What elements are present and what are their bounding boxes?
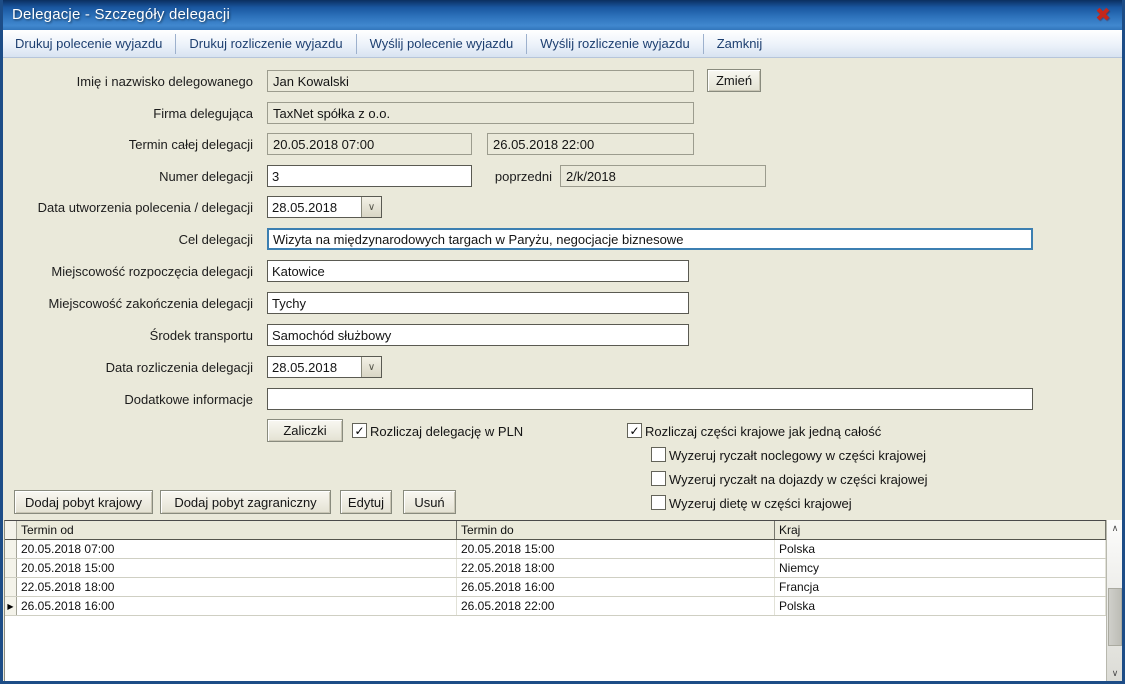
window-title: Delegacje - Szczegóły delegacji [12,6,230,23]
change-person-button[interactable]: Zmień [707,69,761,92]
purpose-label: Cel delegacji [0,232,253,247]
purpose-input[interactable] [267,228,1033,250]
table-cell: Polska [775,597,1106,615]
number-label: Numer delegacji [0,169,253,184]
toolbar-item-print-order[interactable]: Drukuj polecenie wyjazdu [2,36,175,51]
table-cell: 22.05.2018 18:00 [457,559,775,577]
edit-stay-button[interactable]: Edytuj [340,490,392,514]
zero-lodging-checkbox[interactable] [651,447,666,462]
zero-commute-checkbox-label: Wyzeruj ryczałt na dojazdy w części kraj… [669,472,928,487]
toolbar-item-print-settlement[interactable]: Drukuj rozliczenie wyjazdu [176,36,355,51]
previous-number-label: poprzedni [417,169,552,184]
table-cell: Polska [775,540,1106,558]
row-selector [5,559,17,577]
name-field: Jan Kowalski [267,70,694,92]
column-header-termin-do[interactable]: Termin do [457,521,775,539]
period-from-field: 20.05.2018 07:00 [267,133,472,155]
table-row[interactable]: 20.05.2018 07:0020.05.2018 15:00Polska [5,540,1106,559]
name-label: Imię i nazwisko delegowanego [0,74,253,89]
add-foreign-stay-button[interactable]: Dodaj pobyt zagraniczny [160,490,331,514]
additional-info-label: Dodatkowe informacje [0,392,253,407]
selected-row-marker: ▶ [5,597,17,615]
column-header-kraj[interactable]: Kraj [775,521,1106,539]
table-cell: 20.05.2018 15:00 [457,540,775,558]
stays-table-body: 20.05.2018 07:0020.05.2018 15:00Polska20… [5,540,1106,616]
header-selector-cell [5,521,17,539]
end-city-label: Miejscowość zakończenia delegacji [0,296,253,311]
delete-stay-button[interactable]: Usuń [403,490,456,514]
creation-date-label: Data utworzenia polecenia / delegacji [0,200,253,215]
stays-table-header: Termin od Termin do Kraj [5,521,1106,540]
close-icon: ✖ [1095,4,1111,27]
toolbar-item-send-order[interactable]: Wyślij polecenie wyjazdu [357,36,527,51]
additional-info-input[interactable] [267,388,1033,410]
scroll-up-icon[interactable]: ∧ [1107,520,1123,536]
period-label: Termin całej delegacji [0,137,253,152]
previous-number-field: 2/k/2018 [560,165,766,187]
chevron-down-icon[interactable]: ∨ [361,357,381,377]
start-city-label: Miejscowość rozpoczęcia delegacji [0,264,253,279]
zero-diet-checkbox[interactable] [651,495,666,510]
table-cell: 20.05.2018 07:00 [17,540,457,558]
table-cell: Francja [775,578,1106,596]
table-cell: 22.05.2018 18:00 [17,578,457,596]
pln-checkbox[interactable]: ✓ [352,423,367,438]
company-field: TaxNet spółka z o.o. [267,102,694,124]
close-button[interactable]: ✖ [1091,3,1115,27]
end-city-input[interactable] [267,292,689,314]
table-cell: 20.05.2018 15:00 [17,559,457,577]
transport-input[interactable] [267,324,689,346]
domestic-whole-checkbox[interactable]: ✓ [627,423,642,438]
table-cell: 26.05.2018 16:00 [457,578,775,596]
settlement-date-value: 28.05.2018 [272,360,337,375]
pln-checkbox-label: Rozliczaj delegację w PLN [370,424,523,439]
start-city-input[interactable] [267,260,689,282]
settlement-date-label: Data rozliczenia delegacji [0,360,253,375]
delegation-details-window: Delegacje - Szczegóły delegacji ✖ Drukuj… [0,0,1125,684]
zero-diet-checkbox-label: Wyzeruj dietę w części krajowej [669,496,852,511]
scrollbar-thumb[interactable] [1108,588,1122,646]
toolbar-item-close[interactable]: Zamknij [704,36,776,51]
table-row[interactable]: 22.05.2018 18:0026.05.2018 16:00Francja [5,578,1106,597]
creation-date-value: 28.05.2018 [272,200,337,215]
row-selector [5,578,17,596]
scroll-down-icon[interactable]: ∨ [1107,665,1123,681]
table-cell: 26.05.2018 22:00 [457,597,775,615]
table-cell: 26.05.2018 16:00 [17,597,457,615]
table-cell: Niemcy [775,559,1106,577]
zero-commute-checkbox[interactable] [651,471,666,486]
settlement-date-combobox[interactable]: 28.05.2018 ∨ [267,356,382,378]
table-vertical-scrollbar[interactable]: ∧ ∨ [1106,520,1123,681]
titlebar: Delegacje - Szczegóły delegacji ✖ [0,0,1125,30]
table-row[interactable]: ▶26.05.2018 16:0026.05.2018 22:00Polska [5,597,1106,616]
zero-lodging-checkbox-label: Wyzeruj ryczałt noclegowy w części krajo… [669,448,926,463]
domestic-whole-checkbox-label: Rozliczaj części krajowe jak jedną całoś… [645,424,881,439]
column-header-termin-od[interactable]: Termin od [17,521,457,539]
creation-date-combobox[interactable]: 28.05.2018 ∨ [267,196,382,218]
chevron-down-icon[interactable]: ∨ [361,197,381,217]
toolbar: Drukuj polecenie wyjazdu Drukuj rozlicze… [0,30,1125,58]
transport-label: Środek transportu [0,328,253,343]
period-to-field: 26.05.2018 22:00 [487,133,694,155]
row-selector [5,540,17,558]
add-domestic-stay-button[interactable]: Dodaj pobyt krajowy [14,490,153,514]
advances-button[interactable]: Zaliczki [267,419,343,442]
table-row[interactable]: 20.05.2018 15:0022.05.2018 18:00Niemcy [5,559,1106,578]
company-label: Firma delegująca [0,106,253,121]
stays-table: Termin od Termin do Kraj 20.05.2018 07:0… [4,520,1106,681]
toolbar-item-send-settlement[interactable]: Wyślij rozliczenie wyjazdu [527,36,702,51]
